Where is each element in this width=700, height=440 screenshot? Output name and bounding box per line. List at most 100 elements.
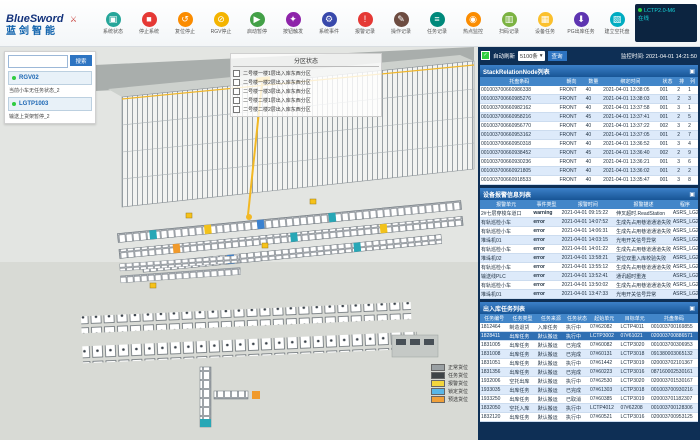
table-cell: 生成先占用巷道通道失败: [615, 245, 672, 254]
toolbar-button[interactable]: ⬇PG出库任务: [563, 12, 599, 35]
table-cell: 001003700660918533: [480, 176, 558, 185]
table-row[interactable]: 1831051出库任务默认搬运执行中07#61442LCTP3019020003…: [480, 359, 698, 368]
table-row[interactable]: 1812464制造退货入库任务执行中07#62082LCTP4011001003…: [480, 323, 698, 332]
table-row[interactable]: 1933250出库任务默认搬运已取消07#60385LCTP3019020003…: [480, 395, 698, 404]
device-id: LGTP1003: [19, 101, 48, 107]
toolbar-button[interactable]: ▥扫码记录: [491, 12, 527, 35]
toolbar-button[interactable]: ✎操作记录: [383, 12, 419, 35]
table-row[interactable]: 输送线PLCerror2021-04-01 13:52:41通讯超时重连ASRS…: [480, 272, 698, 281]
toolbar-button[interactable]: ⊘RGV停止: [203, 12, 239, 35]
device-button[interactable]: RGV02: [8, 71, 92, 85]
search-button[interactable]: 搜索: [70, 55, 92, 66]
toolbar-icon: ▦: [538, 12, 553, 27]
table-cell: 生成先占用巷道通道失败: [615, 227, 672, 236]
table-row[interactable]: 001003700660938452FRONT452021-04-01 13:3…: [480, 149, 698, 158]
table-cell: 001: [659, 131, 676, 140]
table-cell: 2#七层穿梭车道口: [480, 209, 532, 218]
chevron-down-icon: ▾: [540, 53, 543, 59]
toolbar-icon: ▧: [610, 12, 625, 27]
table-cell: warning: [532, 209, 560, 218]
auto-refresh-checkbox[interactable]: [481, 51, 490, 60]
toolbar-button-label: 扫码记录: [491, 28, 527, 35]
toolbar-button[interactable]: ▶启动暂停: [239, 12, 275, 35]
device-button[interactable]: LGTP1003: [8, 97, 92, 111]
table-cell: 020003702101367: [650, 359, 698, 368]
table-row[interactable]: 001003700660986338FRONT402021-04-01 13:3…: [480, 86, 698, 95]
zone-checkbox[interactable]: [233, 79, 240, 86]
toolbar-button[interactable]: ▣系统状态: [95, 12, 131, 35]
table-cell: 3: [676, 176, 687, 185]
table-row[interactable]: 1832120出库任务默认搬运执行中07#60521LCTP3016020003…: [480, 413, 698, 422]
table-row[interactable]: 1831005出库任务默认搬运已完成07#60082LCTP3020001003…: [480, 341, 698, 350]
logo-name: BlueSword: [6, 13, 63, 25]
query-button[interactable]: 查询: [548, 51, 567, 61]
toolbar-button[interactable]: ■停止系统: [131, 12, 167, 35]
table-cell: 001003700169855: [650, 323, 698, 332]
toolbar-icon: ⊘: [214, 12, 229, 27]
count-select[interactable]: 5100条 ▾: [518, 51, 545, 61]
table-row[interactable]: 有轨巡检小车error2021-04-01 13:55:12生成先占用巷道通道失…: [480, 263, 698, 272]
toolbar-button[interactable]: ▦设备任务: [527, 12, 563, 35]
table-row[interactable]: 001003700660982162FRONT402021-04-01 13:3…: [480, 104, 698, 113]
toolbar-button[interactable]: ⚙系统事件: [311, 12, 347, 35]
table-row[interactable]: 堆垛机01error2021-04-01 13:47:33光电开关信号异常ASR…: [480, 290, 698, 299]
column-header: 程序: [672, 200, 698, 209]
table-row[interactable]: 1831008出库任务默认搬运已完成07#60131LCTP3018091380…: [480, 350, 698, 359]
zone-checkbox[interactable]: [233, 88, 240, 95]
task-section: 出入库任务列表 ▣ 任务编号任务类型任务来源任务状态起始单元目标单元托盘条码18…: [480, 302, 698, 422]
table-cell: FRONT: [558, 176, 584, 185]
table-row[interactable]: 001003700660958216FRONT452021-04-01 13:3…: [480, 113, 698, 122]
table-row[interactable]: 1831356出库任务默认搬运已完成07#60223LCTP3016087160…: [480, 368, 698, 377]
table-cell: 001003700660986338: [480, 86, 558, 95]
table-row[interactable]: 001003700660956770FRONT402021-04-01 13:3…: [480, 122, 698, 131]
legend-item: 预选货位: [431, 395, 468, 403]
table-cell: 2021-04-01 13:37:22: [602, 122, 659, 131]
zone-checkbox[interactable]: [233, 106, 240, 113]
table-cell: 2021-04-01 13:47:33: [561, 290, 616, 299]
column-header: 托盘条码: [650, 314, 698, 323]
zone-checkbox[interactable]: [233, 70, 240, 77]
table-row[interactable]: 1933035出库任务默认搬运已完成07#61303LCTP3018001003…: [480, 386, 698, 395]
table-cell: 空托入库: [508, 404, 536, 413]
table-cell: LCTP3020: [619, 341, 650, 350]
table-row[interactable]: 001003700660921805FRONT402021-04-01 13:3…: [480, 167, 698, 176]
table-row[interactable]: 001003700660918533FRONT402021-04-01 13:3…: [480, 176, 698, 185]
toolbar-button[interactable]: ↺复位停止: [167, 12, 203, 35]
toolbar-button[interactable]: ≡任务记录: [419, 12, 455, 35]
search-input[interactable]: [8, 55, 68, 68]
table-row[interactable]: 有轨巡检小车error2021-04-01 14:01:22生成先占用巷道通道失…: [480, 245, 698, 254]
table-row[interactable]: 2#七层穿梭车道口warning2021-04-01 09:15:22伸叉超时.…: [480, 209, 698, 218]
table-row[interactable]: 001003700660930236FRONT402021-04-01 13:3…: [480, 158, 698, 167]
toolbar-button[interactable]: !报警记录: [347, 12, 383, 35]
toolbar-button[interactable]: ◉热点监控: [455, 12, 491, 35]
table-row[interactable]: 001003700660953162FRONT402021-04-01 13:3…: [480, 131, 698, 140]
zone-checkbox[interactable]: [233, 97, 240, 104]
table-cell: 001: [659, 86, 676, 95]
toolbar-button[interactable]: ▧建立空托盘: [599, 12, 635, 35]
monitor-time: 监控时间: 2021-04-01 14:21:50: [621, 52, 697, 60]
table-row[interactable]: 有轨巡检小车error2021-04-01 13:50:02生成先占用巷道通道失…: [480, 281, 698, 290]
zone-label: 二号楼一楼1层出入库东西分区: [243, 70, 311, 77]
control-strip: 自动刷新 5100条 ▾ 查询 监控时间: 2021-04-01 14:21:5…: [480, 49, 698, 62]
table-row[interactable]: 堆垛机01error2021-04-01 14:03:15光电开关信号异常ASR…: [480, 236, 698, 245]
table-row[interactable]: 有轨巡检小车error2021-04-01 14:07:52生成先占用巷道通道失…: [480, 218, 698, 227]
table-cell: 已取消: [565, 395, 589, 404]
table-row[interactable]: 堆垛机02error2021-04-01 13:58:21货位双重入库校验失败A…: [480, 254, 698, 263]
table-cell: ASRS_LG2: [672, 272, 698, 281]
table-row[interactable]: 1932006空托出库默认搬运执行中07#62530LCTP3020020003…: [480, 377, 698, 386]
table-cell: 001003700660950318: [480, 140, 558, 149]
table-cell: 45: [585, 113, 602, 122]
table-row[interactable]: 有轨巡检小车error2021-04-01 14:06:31生成先占用巷道通道失…: [480, 227, 698, 236]
table-row[interactable]: 001003700660985276FRONT402021-04-01 13:3…: [480, 95, 698, 104]
toolbar-button[interactable]: ✦按钮触发: [275, 12, 311, 35]
table-row[interactable]: 1832050空托入库默认搬运执行中LCTP401207#62208001003…: [480, 404, 698, 413]
table-cell: 默认搬运: [537, 332, 565, 341]
table-cell: 2: [676, 131, 687, 140]
toolbar-icon: ↺: [178, 12, 193, 27]
expand-icon[interactable]: ▣: [689, 305, 695, 312]
table-cell: 4: [687, 140, 698, 149]
expand-icon[interactable]: ▣: [689, 68, 695, 75]
expand-icon[interactable]: ▣: [689, 191, 695, 198]
table-row[interactable]: 1828411出库任务默认搬运执行中LCTP300207#61021020003…: [480, 332, 698, 341]
table-row[interactable]: 001003700660950318FRONT402021-04-01 13:3…: [480, 140, 698, 149]
